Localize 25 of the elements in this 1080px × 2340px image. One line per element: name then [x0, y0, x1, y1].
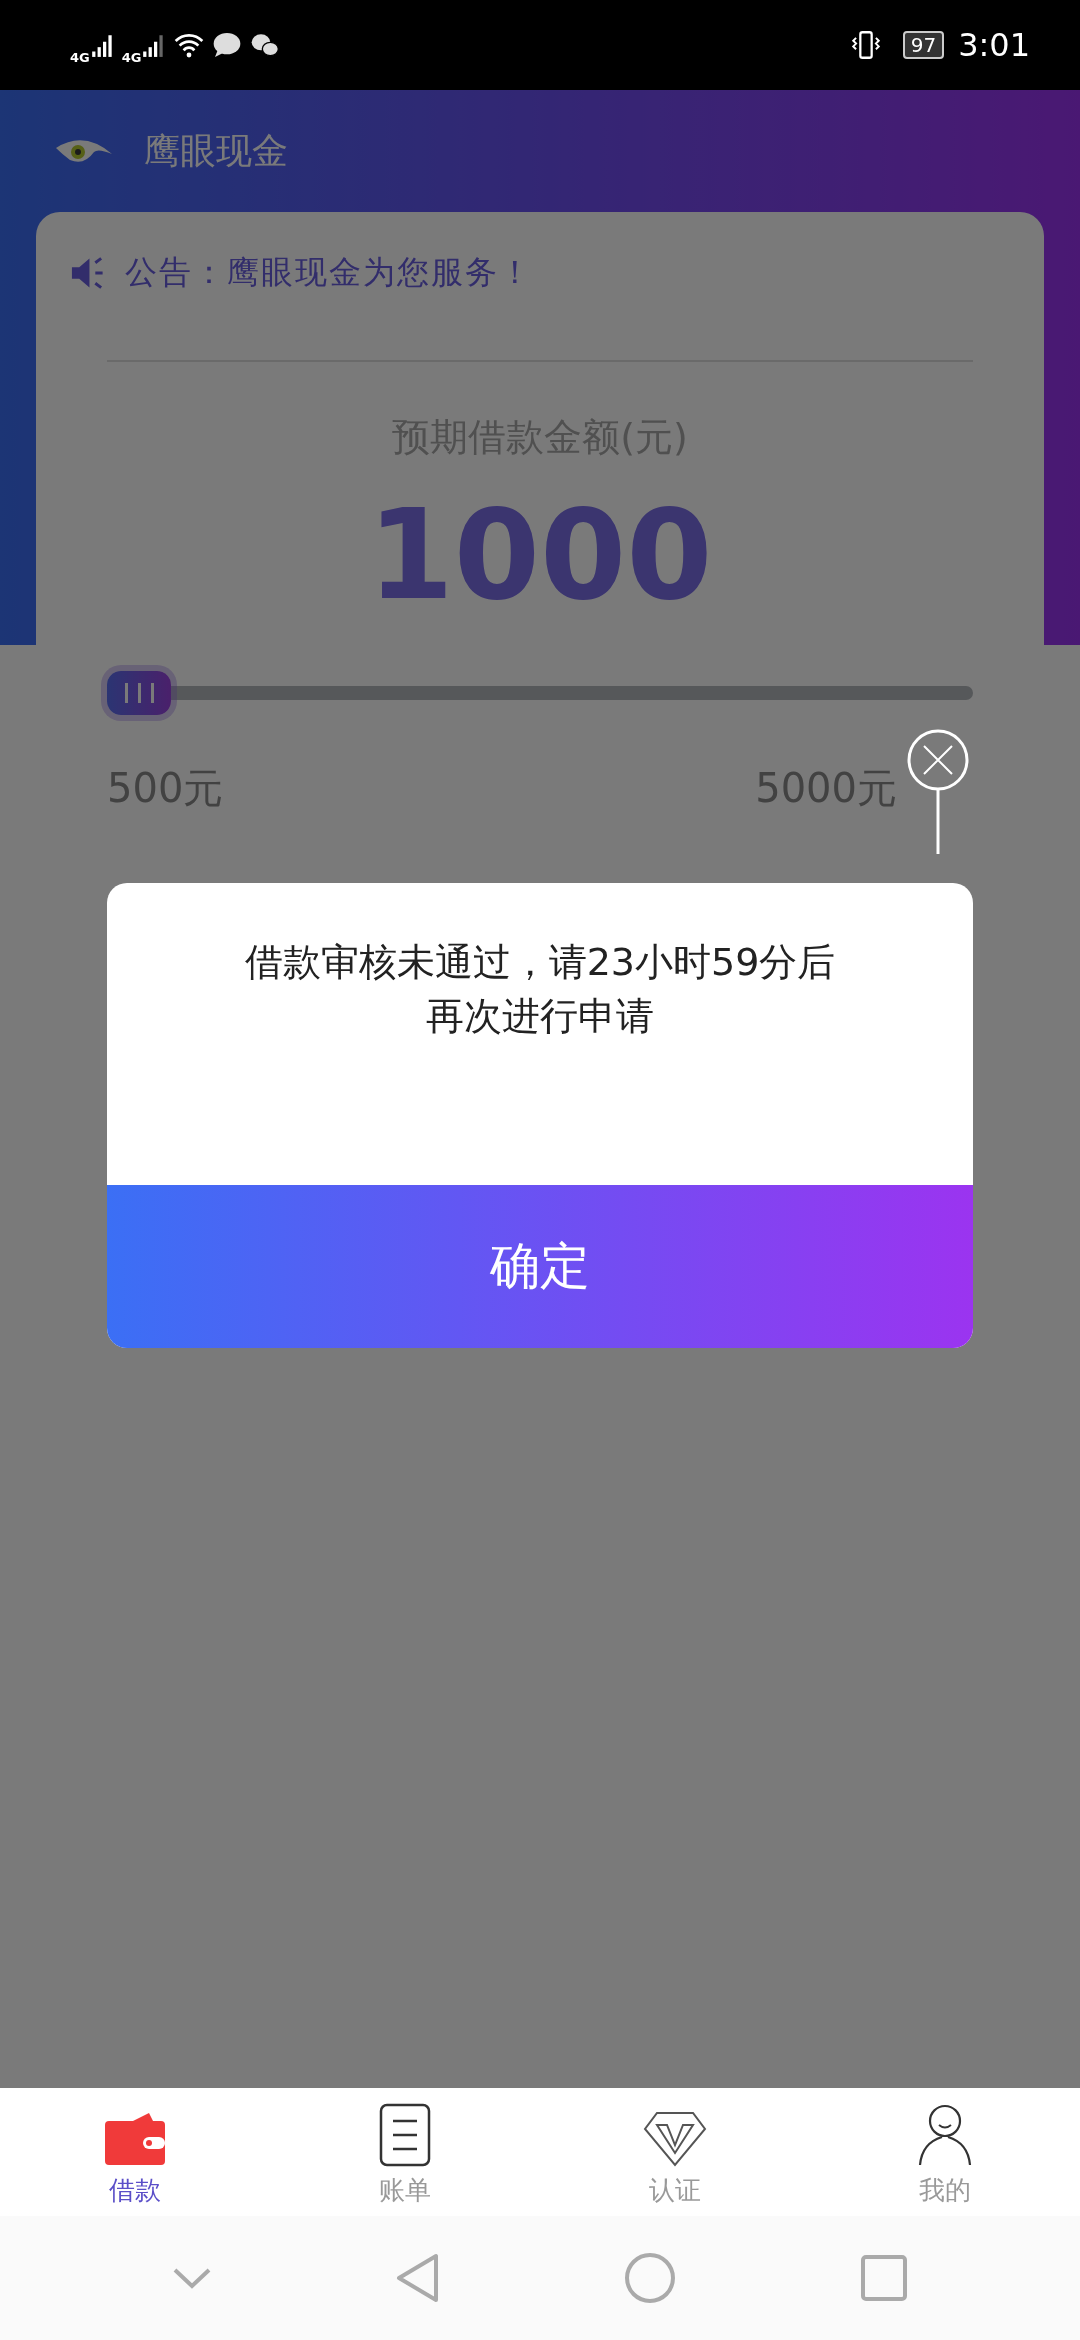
notice-text: 公告：鹰眼现金为您服务！: [125, 252, 533, 293]
close-icon[interactable]: [906, 728, 970, 854]
home-icon[interactable]: [624, 2252, 676, 2304]
app-title: 鹰眼现金: [144, 128, 288, 173]
loan-amount: 1000: [366, 482, 714, 629]
confirm-button[interactable]: 确定: [107, 1185, 973, 1348]
diamond-icon: [643, 2111, 707, 2167]
battery-indicator: 97: [902, 31, 945, 59]
tab-item[interactable]: 借款: [0, 2088, 270, 2216]
network-label: 4G: [121, 49, 142, 65]
back-icon[interactable]: [396, 2253, 440, 2303]
chevron-down-icon[interactable]: [172, 2266, 212, 2290]
recents-icon[interactable]: [860, 2254, 908, 2302]
clock: 3:01: [958, 26, 1030, 64]
slider-thumb[interactable]: [107, 670, 171, 715]
tab-item[interactable]: 我的: [810, 2088, 1080, 2216]
person-icon: [917, 2103, 973, 2167]
network-label: 4G: [70, 49, 90, 65]
tab-item[interactable]: 认证: [540, 2088, 810, 2216]
tab-item[interactable]: 账单: [270, 2088, 540, 2216]
wallet-icon: [103, 2111, 167, 2167]
dialog-message: 借款审核未通过，请23小时59分后再次进行申请: [243, 939, 837, 1040]
min-amount: 500元: [107, 763, 224, 813]
clipboard-icon: [377, 2103, 433, 2167]
max-amount: 5000元: [755, 763, 897, 813]
